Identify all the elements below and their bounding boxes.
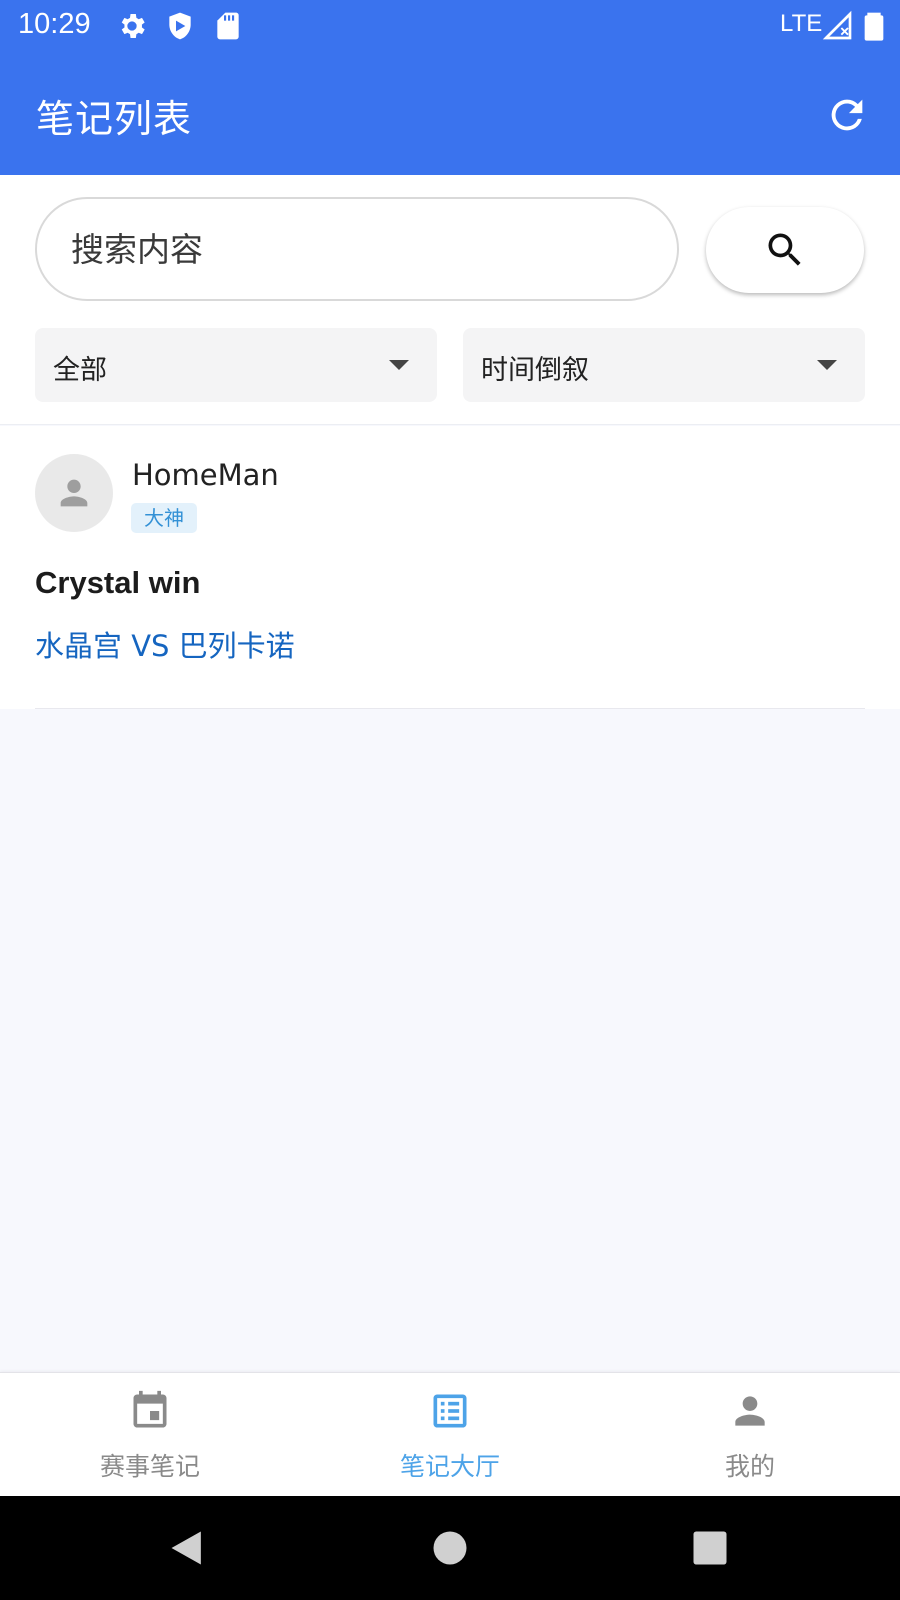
network-type: LTE bbox=[780, 10, 823, 37]
sort-select[interactable]: 时间倒叙 bbox=[463, 328, 865, 402]
category-select-value: 全部 bbox=[53, 355, 107, 386]
refresh-icon[interactable] bbox=[824, 92, 870, 138]
search-icon bbox=[768, 233, 801, 266]
home-icon[interactable] bbox=[428, 1526, 472, 1570]
system-nav-bar bbox=[0, 1496, 900, 1600]
note-card[interactable]: HomeMan 大神 Crystal win 水晶宫 VS 巴列卡诺 bbox=[0, 426, 900, 709]
recents-icon[interactable] bbox=[688, 1526, 732, 1570]
note-title: Crystal win bbox=[35, 565, 201, 600]
person-icon bbox=[60, 479, 88, 507]
dropdown-arrow-icon bbox=[389, 360, 409, 370]
status-bar: 10:29 LTE bbox=[0, 0, 900, 52]
nav-item-mine[interactable]: 我的 bbox=[600, 1373, 900, 1497]
shield-icon bbox=[169, 12, 191, 40]
bottom-nav: 赛事笔记 笔记大厅 我的 bbox=[0, 1372, 900, 1496]
nav-label: 笔记大厅 bbox=[399, 1452, 500, 1481]
note-author: HomeMan bbox=[132, 458, 279, 492]
divider bbox=[35, 708, 865, 709]
sd-card-icon bbox=[217, 12, 239, 40]
search-button[interactable] bbox=[706, 207, 864, 293]
category-select[interactable]: 全部 bbox=[35, 328, 437, 402]
avatar[interactable] bbox=[35, 454, 113, 532]
signal-icon bbox=[822, 10, 852, 40]
note-match-link[interactable]: 水晶宫 VS 巴列卡诺 bbox=[35, 623, 295, 665]
list-icon bbox=[433, 1394, 467, 1428]
sort-select-value: 时间倒叙 bbox=[481, 355, 589, 386]
calendar-icon bbox=[133, 1390, 167, 1428]
nav-item-notes-hall[interactable]: 笔记大厅 bbox=[300, 1373, 600, 1497]
search-input[interactable] bbox=[35, 197, 679, 301]
person-icon bbox=[735, 1396, 765, 1426]
nav-label: 赛事笔记 bbox=[99, 1452, 200, 1481]
nav-item-match-notes[interactable]: 赛事笔记 bbox=[0, 1373, 300, 1497]
search-area: 全部 时间倒叙 bbox=[0, 175, 900, 425]
page-title: 笔记列表 bbox=[36, 97, 193, 141]
gear-icon bbox=[121, 14, 145, 38]
status-time: 10:29 bbox=[18, 8, 91, 40]
author-badge: 大神 bbox=[131, 503, 197, 533]
nav-label: 我的 bbox=[724, 1452, 775, 1481]
app-bar: 笔记列表 bbox=[0, 52, 900, 175]
back-icon[interactable] bbox=[166, 1526, 210, 1570]
battery-icon bbox=[864, 12, 884, 41]
dropdown-arrow-icon bbox=[817, 360, 837, 370]
